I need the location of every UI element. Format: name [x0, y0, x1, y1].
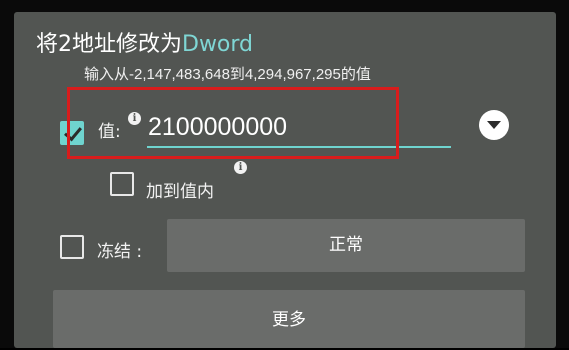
- value-input[interactable]: [147, 108, 451, 148]
- chevron-down-circle-icon[interactable]: [479, 110, 509, 140]
- more-button[interactable]: 更多: [53, 290, 525, 348]
- title-prefix: 将2地址修改为: [36, 32, 182, 57]
- range-hint: 输入从-2,147,483,648到4,294,967,295的值: [84, 66, 371, 83]
- dialog-title: 将2地址修改为Dword: [36, 26, 253, 58]
- freeze-label: 冻结 :: [97, 242, 143, 262]
- add-to-value-checkbox[interactable]: [110, 172, 134, 196]
- value-label: 值:: [98, 122, 121, 142]
- freeze-mode-button[interactable]: 正常: [167, 219, 525, 272]
- value-checkbox[interactable]: [60, 121, 84, 145]
- add-to-value-label: 加到值内: [146, 182, 214, 202]
- info-icon[interactable]: i: [128, 112, 141, 125]
- info-icon[interactable]: i: [234, 161, 247, 174]
- title-type: Dword: [182, 32, 254, 57]
- freeze-checkbox[interactable]: [60, 235, 84, 259]
